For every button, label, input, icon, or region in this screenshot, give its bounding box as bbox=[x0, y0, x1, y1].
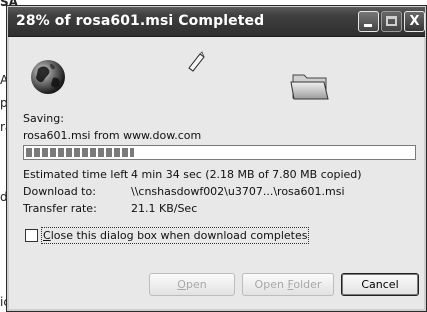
progress-fill bbox=[26, 148, 135, 157]
folder-icon bbox=[290, 74, 329, 100]
close-icon: X bbox=[409, 14, 420, 29]
close-when-done-text: lose this dialog box when download compl… bbox=[50, 229, 308, 242]
close-button[interactable]: X bbox=[404, 11, 425, 32]
maximize-button[interactable] bbox=[381, 11, 402, 32]
open-folder-label-pre: Open bbox=[254, 278, 288, 291]
cancel-button[interactable]: Cancel bbox=[341, 273, 419, 296]
transfer-rate-label: Transfer rate: bbox=[23, 202, 97, 215]
transfer-rate-value: 21.1 KB/Sec bbox=[131, 202, 198, 215]
open-button[interactable]: Open bbox=[149, 273, 235, 296]
title-bar[interactable]: 28% of rosa601.msi Completed X bbox=[8, 7, 425, 37]
time-left-label: Estimated time left bbox=[23, 168, 129, 181]
accesskey-o: O bbox=[177, 278, 186, 291]
open-folder-button[interactable]: Open Folder bbox=[242, 273, 334, 296]
time-left-value: 4 min 34 sec (2.18 MB of 7.80 MB copied) bbox=[131, 168, 362, 181]
minimize-icon bbox=[364, 24, 372, 27]
globe-icon bbox=[31, 60, 65, 94]
close-when-done-label[interactable]: Close this dialog box when download comp… bbox=[41, 227, 310, 244]
saving-label: Saving: bbox=[23, 112, 64, 125]
maximize-icon bbox=[386, 16, 397, 26]
download-dialog: 28% of rosa601.msi Completed X Saving: r… bbox=[6, 5, 427, 312]
accesskey-c: C bbox=[43, 229, 51, 242]
source-line: rosa601.msi from www.dow.com bbox=[23, 129, 202, 142]
download-progress-bar bbox=[23, 145, 416, 160]
flying-document-icon bbox=[188, 51, 205, 72]
open-label: pen bbox=[185, 278, 207, 291]
close-when-done-checkbox[interactable] bbox=[25, 229, 38, 242]
minimize-button[interactable] bbox=[358, 11, 379, 32]
open-folder-label-rest: older bbox=[293, 278, 322, 291]
download-to-label: Download to: bbox=[23, 185, 96, 198]
window-title: 28% of rosa601.msi Completed bbox=[16, 13, 265, 29]
download-to-value: \\cnshasdowf002\u3707...\rosa601.msi bbox=[131, 185, 345, 198]
